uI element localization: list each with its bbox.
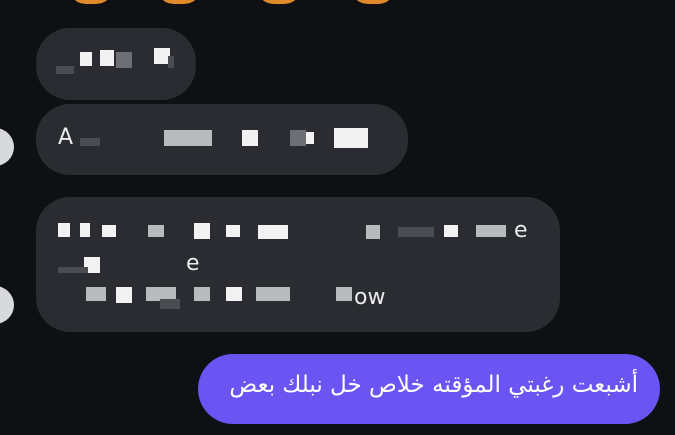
message-text: أشبعت رغبتي المؤقته خلاص خل نبلك بعض: [229, 372, 638, 398]
incoming-message[interactable]: A: [36, 104, 408, 175]
message-text-fragment: e: [514, 218, 528, 243]
incoming-message[interactable]: [36, 28, 196, 100]
message-text-fragment: e: [186, 251, 200, 276]
message-text-fragment: ow: [354, 285, 386, 310]
reaction-row: [0, 0, 675, 6]
message-text: A: [58, 125, 74, 150]
incoming-message[interactable]: e e ow: [36, 197, 560, 332]
sender-avatar[interactable]: [0, 286, 14, 324]
reaction-emoji[interactable]: [156, 0, 202, 4]
reaction-emoji[interactable]: [68, 0, 114, 4]
outgoing-message[interactable]: أشبعت رغبتي المؤقته خلاص خل نبلك بعض: [198, 354, 660, 424]
reaction-emoji[interactable]: [350, 0, 396, 4]
reaction-emoji[interactable]: [256, 0, 302, 4]
sender-avatar[interactable]: [0, 128, 14, 166]
